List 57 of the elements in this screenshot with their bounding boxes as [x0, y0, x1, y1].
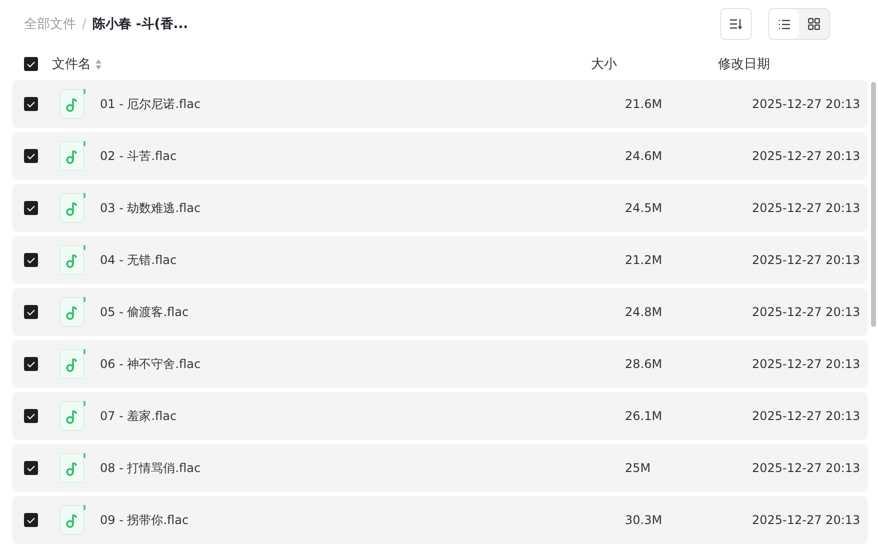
- column-header: 大小: [591, 56, 618, 73]
- row-checkbox[interactable]: [24, 305, 38, 319]
- modified-date: 2025-12-27 20:13: [752, 409, 862, 423]
- file-size: 28.6M: [625, 357, 664, 371]
- music-file-icon: [60, 245, 86, 275]
- modified-date: 2025-12-27 20:13: [752, 149, 862, 163]
- column-header[interactable]: 文件名: [52, 55, 91, 73]
- select-all-checkbox[interactable]: [24, 57, 38, 71]
- file-size: 26.1M: [625, 409, 664, 423]
- file-size: 24.6M: [625, 149, 664, 163]
- file-name[interactable]: 06 - 神不守舍.flac: [100, 356, 625, 372]
- modified-date: 2025-12-27 20:13: [752, 461, 862, 475]
- breadcrumb-separator: /: [82, 16, 86, 32]
- row-checkbox[interactable]: [24, 409, 38, 423]
- file-name[interactable]: 07 - 羞家.flac: [100, 408, 625, 424]
- row-checkbox[interactable]: [24, 253, 38, 267]
- modified-date: 2025-12-27 20:13: [752, 513, 862, 527]
- file-size: 25M: [625, 461, 652, 475]
- scrollbar-thumb[interactable]: [871, 82, 876, 327]
- row-checkbox[interactable]: [24, 357, 38, 371]
- grid-icon: [808, 18, 820, 30]
- music-file-icon: [60, 297, 86, 327]
- file-name[interactable]: 02 - 斗苦.flac: [100, 148, 625, 164]
- music-file-icon: [60, 401, 86, 431]
- music-file-icon: [60, 349, 86, 379]
- row-checkbox[interactable]: [24, 201, 38, 215]
- list-icon: [778, 18, 790, 30]
- file-size: 21.2M: [625, 253, 664, 267]
- music-file-icon: [60, 505, 86, 535]
- modified-date: 2025-12-27 20:13: [752, 357, 862, 371]
- file-name[interactable]: 05 - 偷渡客.flac: [100, 304, 625, 320]
- music-file-icon: [60, 453, 86, 483]
- file-size: 30.3M: [625, 513, 664, 527]
- file-size: 24.5M: [625, 201, 664, 215]
- modified-date: 2025-12-27 20:13: [752, 305, 862, 319]
- file-name[interactable]: 08 - 打情骂俏.flac: [100, 460, 625, 476]
- modified-date: 2025-12-27 20:13: [752, 97, 862, 111]
- music-file-icon: [60, 141, 86, 171]
- file-name[interactable]: 03 - 劫数难逃.flac: [100, 200, 625, 216]
- music-file-icon: [60, 89, 86, 119]
- sort-button[interactable]: [720, 8, 752, 40]
- row-checkbox[interactable]: [24, 461, 38, 475]
- breadcrumb-item: 陈小春 -斗(香...: [92, 16, 188, 33]
- row-checkbox[interactable]: [24, 97, 38, 111]
- row-checkbox[interactable]: [24, 513, 38, 527]
- view-mode-button[interactable]: [769, 9, 799, 39]
- file-name[interactable]: 01 - 厄尔尼诺.flac: [100, 96, 625, 112]
- file-name[interactable]: 09 - 拐带你.flac: [100, 512, 625, 528]
- file-size: 21.6M: [625, 97, 664, 111]
- file-name[interactable]: 04 - 无错.flac: [100, 252, 625, 268]
- modified-date: 2025-12-27 20:13: [752, 201, 862, 215]
- music-file-icon: [60, 193, 86, 223]
- modified-date: 2025-12-27 20:13: [752, 253, 862, 267]
- row-checkbox[interactable]: [24, 149, 38, 163]
- file-size: 24.8M: [625, 305, 664, 319]
- column-header: 修改日期: [718, 56, 771, 73]
- sort-icon: [729, 18, 743, 30]
